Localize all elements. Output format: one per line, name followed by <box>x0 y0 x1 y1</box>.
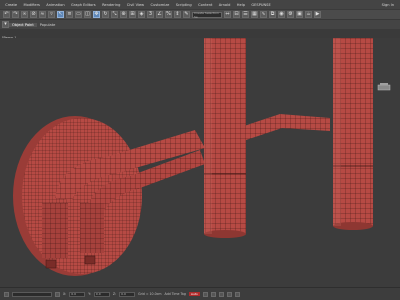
selection-set-dropdown[interactable]: Create Selection Se <box>192 11 222 19</box>
window-crossing-icon[interactable]: ◫ <box>84 11 91 18</box>
menu-graph-editors[interactable]: Graph Editors <box>68 3 99 7</box>
menu-arnold[interactable]: Arnold <box>216 3 234 7</box>
auto-key-button[interactable]: Auto <box>188 292 200 296</box>
right-tube <box>333 38 373 230</box>
zoom-icon[interactable] <box>218 291 224 297</box>
tab-object-paint[interactable]: Object Paint <box>9 22 37 27</box>
menu-modifiers[interactable]: Modifiers <box>20 3 43 7</box>
upper-arm <box>238 114 330 142</box>
bind-space-warp-icon[interactable]: ≈ <box>39 11 46 18</box>
snap-toggle-icon[interactable]: 3 <box>147 11 154 18</box>
angle-snap-icon[interactable]: ∠ <box>156 11 163 18</box>
toggle-ribbon-icon[interactable]: ▾ <box>2 21 9 28</box>
align-icon[interactable]: ⊟ <box>233 11 240 18</box>
menu-rendering[interactable]: Rendering <box>99 3 124 7</box>
y-label: Y: <box>88 292 91 296</box>
layers-icon[interactable]: ☰ <box>242 11 249 18</box>
orbit-icon[interactable] <box>226 291 232 297</box>
menu-animation[interactable]: Animation <box>43 3 68 7</box>
menu-civil-view[interactable]: Civil View <box>124 3 148 7</box>
maxscript-input[interactable] <box>12 291 52 297</box>
play-icon[interactable] <box>202 291 208 297</box>
reference-system-icon[interactable]: ⊞ <box>129 11 136 18</box>
pivot-icon[interactable]: ◈ <box>138 11 145 18</box>
material-editor-icon[interactable]: ◉ <box>278 11 285 18</box>
schematic-view-icon[interactable]: ⧉ <box>269 11 276 18</box>
y-coordinate-field[interactable]: 0.0 <box>93 291 110 297</box>
select-by-name-icon[interactable]: ≡ <box>66 11 73 18</box>
perspective-viewport[interactable] <box>0 38 400 287</box>
z-coordinate-field[interactable]: 0.0 <box>119 291 136 297</box>
graphite-icon[interactable]: ▦ <box>251 11 258 18</box>
link-icon[interactable]: ∞ <box>21 11 28 18</box>
lock-selection-icon[interactable] <box>55 291 60 297</box>
rect-selection-icon[interactable]: ▭ <box>75 11 82 18</box>
menu-scripting[interactable]: Scripting <box>173 3 195 7</box>
add-time-tag-button[interactable]: Add Time Tag <box>164 292 185 296</box>
percent-snap-icon[interactable]: % <box>165 11 172 18</box>
scene-render <box>13 38 373 276</box>
redo-icon[interactable]: ↷ <box>12 11 19 18</box>
wall-plate <box>13 116 142 276</box>
curve-editor-icon[interactable]: ∿ <box>260 11 267 18</box>
menu-gespunse[interactable]: GESPUNSE <box>248 3 274 7</box>
maxscript-listener-icon[interactable] <box>4 291 9 297</box>
rotate-icon[interactable]: ↻ <box>102 11 109 18</box>
main-toolbar: ↶ ↷ ∞ ⊘ ≈ ▿ ↖ ≡ ▭ ◫ ✥ ↻ ⤡ ⊕ ⊞ ◈ 3 ∠ % ⇕ … <box>0 9 400 20</box>
mirror-icon[interactable]: ⇔ <box>224 11 231 18</box>
render-production-icon[interactable]: ▶ <box>314 11 321 18</box>
move-icon[interactable]: ✥ <box>93 11 100 18</box>
undo-icon[interactable]: ↶ <box>3 11 10 18</box>
ribbon-tabs: ▾ Object Paint Populate <box>0 20 400 29</box>
next-frame-icon[interactable] <box>210 291 216 297</box>
viewcube-icon[interactable] <box>376 82 392 93</box>
render-setup-icon[interactable]: ⚙ <box>287 11 294 18</box>
render-frame-icon[interactable]: ▣ <box>296 11 303 18</box>
menu-customize[interactable]: Customize <box>147 3 172 7</box>
placement-icon[interactable]: ⊕ <box>120 11 127 18</box>
sign-in-link[interactable]: Sign In <box>382 3 394 7</box>
unlink-icon[interactable]: ⊘ <box>30 11 37 18</box>
x-label: X: <box>63 292 67 296</box>
select-object-icon[interactable]: ↖ <box>57 11 64 18</box>
x-coordinate-field[interactable]: 0.0 <box>69 291 86 297</box>
left-tube <box>204 38 246 238</box>
menu-bar: Create Modifiers Animation Graph Editors… <box>0 0 400 9</box>
menu-content[interactable]: Content <box>195 3 216 7</box>
filter-icon[interactable]: ▿ <box>48 11 55 18</box>
scale-icon[interactable]: ⤡ <box>111 11 118 18</box>
render-icon[interactable]: ☕ <box>305 11 312 18</box>
edit-named-selection-icon[interactable]: ✎ <box>183 11 190 18</box>
z-label: Z: <box>112 292 117 296</box>
menu-create[interactable]: Create <box>2 3 20 7</box>
status-bar: X: 0.0 Y: 0.0 Z: 0.0 Grid = 10.0cm Add T… <box>0 287 400 300</box>
tab-populate[interactable]: Populate <box>37 23 59 27</box>
spinner-snap-icon[interactable]: ⇕ <box>174 11 181 18</box>
grid-size-label: Grid = 10.0cm <box>138 292 162 296</box>
maximize-viewport-icon[interactable] <box>234 291 240 297</box>
menu-help[interactable]: Help <box>234 3 249 7</box>
